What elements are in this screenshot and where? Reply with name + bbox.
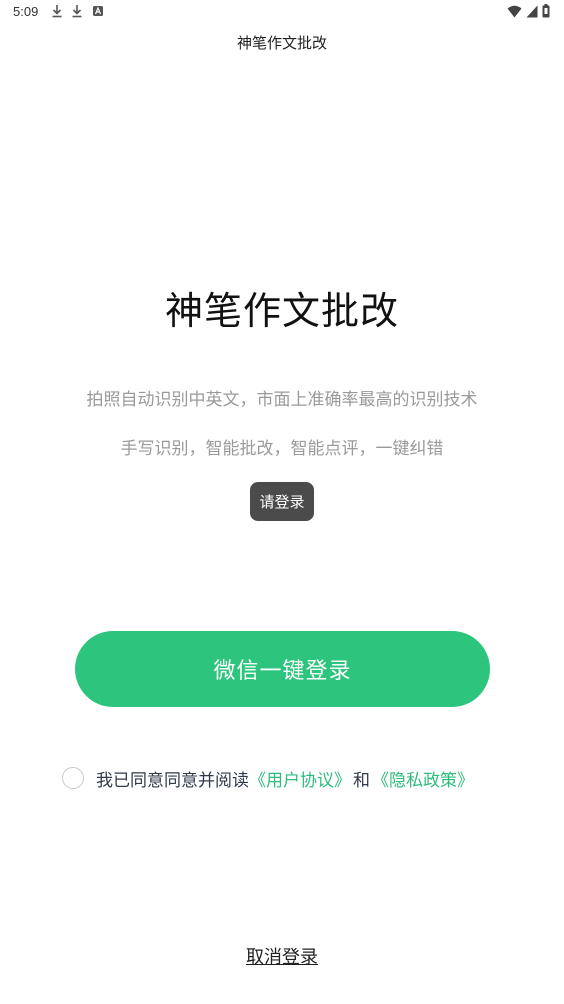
cancel-login-link[interactable]: 取消登录 (246, 947, 318, 968)
privacy-policy-link[interactable]: 《隐私政策》 (372, 766, 474, 791)
agreement-checkbox[interactable] (62, 767, 84, 789)
wifi-icon (507, 5, 522, 17)
status-time: 5:09 (13, 4, 39, 19)
cancel-login: 取消登录 (0, 943, 564, 969)
app-notification-icon (93, 6, 103, 16)
signal-icon (526, 5, 538, 17)
user-agreement-link[interactable]: 《用户协议》 (249, 766, 351, 791)
wechat-login-button[interactable]: 微信一键登录 (75, 631, 490, 707)
app-title: 神笔作文批改 (236, 34, 327, 52)
battery-icon (542, 4, 550, 18)
status-bar: 5:09 (0, 0, 564, 24)
agreement-and: 和 (353, 770, 370, 791)
hero-title: 神笔作文批改 (164, 289, 399, 333)
tagline-line-1: 拍照自动识别中英文，市面上准确率最高的识别技术 (86, 390, 478, 410)
download-icon (52, 5, 62, 18)
agreement-prefix: 我已同意同意并阅读 (96, 770, 249, 791)
agreement-row: 我已同意同意并阅读 《用户协议》 和 《隐私政策》 (62, 764, 474, 792)
login-screen: 5:09 神笔作文批改 神笔作文批改 拍照自动识别中英文，市面上准确率最高的识别… (0, 0, 564, 1004)
login-toast: 请登录 (250, 482, 314, 521)
download-icon (72, 5, 82, 18)
tagline-line-2: 手写识别，智能批改，智能点评，一键纠错 (120, 439, 444, 459)
